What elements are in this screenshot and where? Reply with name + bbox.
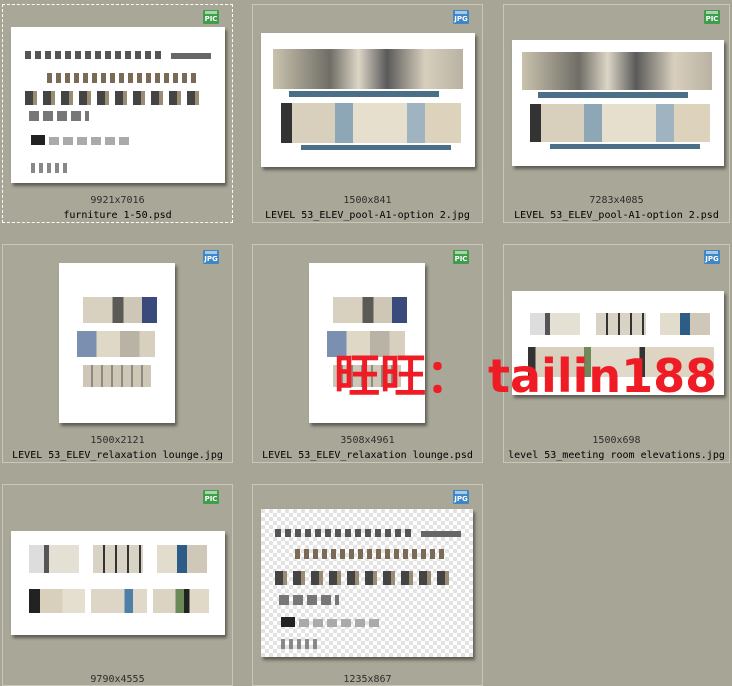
file-name: LEVEL 53_ELEV_pool-A1-option 2.jpg	[265, 210, 470, 221]
pic-badge-icon: PIC	[203, 10, 219, 24]
jpg-badge-icon: JPG	[453, 10, 469, 24]
thumbnail-image	[512, 40, 724, 166]
thumbnail-item[interactable]: PIC 7283x4085 LEVEL 53_ELEV_pool-A1-opti…	[503, 4, 730, 223]
file-name: LEVEL 53_ELEV_relaxation lounge.psd	[262, 450, 473, 461]
thumbnail-item[interactable]: PIC 9790x4555	[2, 484, 233, 686]
thumbnail-item[interactable]: JPG 1235x867	[252, 484, 483, 686]
thumbnail-image	[11, 531, 225, 635]
thumbnail-image	[261, 33, 475, 167]
thumbnail-item[interactable]: PIC 9921x7016 furniture 1-50.psd	[2, 4, 233, 223]
jpg-badge-icon: JPG	[203, 250, 219, 264]
image-dimensions: 3508x4961	[340, 435, 395, 446]
image-dimensions: 1500x2121	[90, 435, 145, 446]
image-dimensions: 1235x867	[343, 674, 392, 685]
watermark-text: 旺旺： tailin188	[334, 349, 718, 403]
thumbnail-item[interactable]: JPG 1500x2121 LEVEL 53_ELEV_relaxation l…	[2, 244, 233, 463]
image-dimensions: 9921x7016	[90, 195, 145, 206]
image-dimensions: 9790x4555	[90, 674, 145, 685]
file-name: level 53_meeting room elevations.jpg	[508, 450, 725, 461]
jpg-badge-icon: JPG	[453, 490, 469, 504]
jpg-badge-icon: JPG	[704, 250, 720, 264]
pic-badge-icon: PIC	[453, 250, 469, 264]
image-dimensions: 7283x4085	[589, 195, 644, 206]
file-name: LEVEL 53_ELEV_relaxation lounge.jpg	[12, 450, 223, 461]
file-name: furniture 1-50.psd	[63, 210, 172, 221]
pic-badge-icon: PIC	[203, 490, 219, 504]
image-dimensions: 1500x841	[343, 195, 392, 206]
thumbnail-image	[261, 509, 473, 657]
pic-badge-icon: PIC	[704, 10, 720, 24]
thumbnail-image	[59, 263, 175, 423]
thumbnail-item[interactable]: JPG 1500x841 LEVEL 53_ELEV_pool-A1-optio…	[252, 4, 483, 223]
file-name: LEVEL 53_ELEV_pool-A1-option 2.psd	[514, 210, 719, 221]
image-dimensions: 1500x698	[592, 435, 641, 446]
thumbnail-image	[11, 27, 225, 183]
